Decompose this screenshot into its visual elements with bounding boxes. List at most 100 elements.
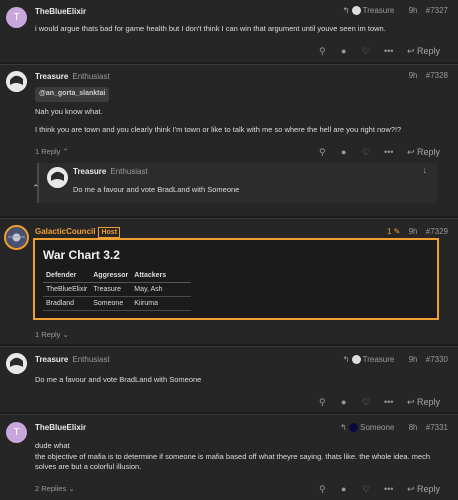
link-icon[interactable]: ⚲ xyxy=(319,145,326,159)
chevron-down-icon: ⌄ xyxy=(62,330,69,339)
post-body-line: Nah you know what. xyxy=(35,107,103,116)
reply-button[interactable]: ↩ Reply xyxy=(407,145,440,159)
heart-icon[interactable]: ♡ xyxy=(362,44,370,58)
post-meta: 9h #7328 xyxy=(409,71,448,80)
edit-count[interactable]: 1 xyxy=(387,227,391,236)
avatar[interactable]: T xyxy=(6,7,27,28)
more-icon[interactable]: ••• xyxy=(384,145,393,159)
post-actions: 1 Reply ⌄ xyxy=(0,328,458,342)
reply-button[interactable]: ↩ Reply xyxy=(407,44,440,58)
reply-to-avatar xyxy=(351,355,361,365)
reply-to-username[interactable]: Treasure xyxy=(363,355,395,364)
avatar[interactable] xyxy=(4,225,29,250)
user-icon[interactable]: ● xyxy=(341,145,346,159)
user-icon[interactable]: ● xyxy=(341,395,346,409)
post-actions: 1 Reply ⌃ ⚲ ● ♡ ••• ↩ Reply xyxy=(0,145,458,159)
reply-button[interactable]: ↩ Reply xyxy=(407,482,440,496)
post-username[interactable]: TheBlueElixir xyxy=(35,7,86,16)
post-time[interactable]: 9h xyxy=(409,6,418,15)
post-time[interactable]: 9h xyxy=(409,71,418,80)
pencil-icon[interactable]: ✎ xyxy=(394,227,401,236)
table-header: Attackers xyxy=(131,270,192,283)
post-body: Do me a favour and vote BradLand with So… xyxy=(35,375,202,384)
more-icon[interactable]: ••• xyxy=(384,482,393,496)
reply-icon: ↩ xyxy=(406,484,417,494)
replies-toggle[interactable]: 1 Reply ⌃ xyxy=(35,145,69,159)
post-time[interactable]: 9h xyxy=(409,227,418,236)
post-7328: Treasure Enthusiast 9h #7328 @an_gorta_sl… xyxy=(0,64,458,216)
post-7331: T TheBlueElixir ↰ Someone 8h #7331 dude … xyxy=(0,414,458,500)
avatar[interactable] xyxy=(6,71,27,92)
user-icon[interactable]: ● xyxy=(341,44,346,58)
avatar[interactable]: T xyxy=(6,422,27,443)
mention[interactable]: @an_gorta_slanktai xyxy=(35,87,110,102)
war-chart-table: Defender Aggressor Attackers TheBlueElix… xyxy=(43,270,192,311)
heart-icon[interactable]: ♡ xyxy=(362,395,370,409)
post-time[interactable]: 9h xyxy=(409,355,418,364)
post-7330: Treasure Enthusiast ↰ Treasure 9h #7330 D… xyxy=(0,346,458,412)
link-icon[interactable]: ⚲ xyxy=(319,395,326,409)
post-username[interactable]: Treasure Enthusiast xyxy=(35,355,110,364)
user-title: Enthusiast xyxy=(110,167,148,176)
post-meta: 1 ✎ 9h #7329 xyxy=(387,227,448,236)
post-number: #7329 xyxy=(425,227,448,236)
reply-arrow-icon: ↰ xyxy=(339,423,347,432)
post-username[interactable]: GalacticCouncil Host xyxy=(35,227,121,238)
post-body-line: the objective of mafia is to determine i… xyxy=(35,452,431,461)
user-title: Enthusiast xyxy=(72,72,110,81)
post-username[interactable]: TheBlueElixir xyxy=(35,423,86,432)
reply-to-avatar xyxy=(348,423,358,433)
more-icon[interactable]: ••• xyxy=(384,44,393,58)
user-icon[interactable]: ● xyxy=(341,482,346,496)
replies-toggle[interactable]: 1 Reply ⌄ xyxy=(35,328,69,342)
table-header: Defender xyxy=(43,270,91,283)
more-icon[interactable]: ••• xyxy=(384,395,393,409)
reply-button[interactable]: ↩ Reply xyxy=(407,395,440,409)
reply-icon: ↩ xyxy=(406,46,417,56)
table-cell: May, Ash xyxy=(131,282,192,297)
post-actions: ⚲ ● ♡ ••• ↩ Reply xyxy=(0,44,458,58)
table-row: Bradland Someone Kiiruma xyxy=(43,296,192,311)
chevron-down-icon: ⌄ xyxy=(68,484,75,493)
post-meta: ↰ Treasure 9h #7330 xyxy=(342,355,448,365)
reply-icon: ↩ xyxy=(406,397,417,407)
link-icon[interactable]: ⚲ xyxy=(319,482,326,496)
post-username[interactable]: Treasure Enthusiast xyxy=(35,72,110,81)
arrow-down-icon[interactable]: ↓ xyxy=(423,163,428,177)
avatar xyxy=(47,167,68,188)
war-chart-title: War Chart 3.2 xyxy=(43,248,120,262)
post-meta: ↰ Treasure 9h #7327 xyxy=(343,6,448,16)
war-chart-box: War Chart 3.2 Defender Aggressor Attacke… xyxy=(33,238,439,320)
embed-body: Do me a favour and vote BradLand with So… xyxy=(73,185,240,194)
avatar[interactable] xyxy=(6,353,27,374)
table-cell: Kiiruma xyxy=(131,296,192,311)
table-cell: Treasure xyxy=(90,282,132,297)
post-actions: 2 Replies ⌄ ⚲ ● ♡ ••• ↩ Reply xyxy=(0,482,458,496)
post-7329: GalacticCouncil Host 1 ✎ 9h #7329 War Cha… xyxy=(0,218,458,344)
table-header: Aggressor xyxy=(90,270,132,283)
post-7327: T TheBlueElixir ↰ Treasure 9h #7327 i wo… xyxy=(0,0,458,62)
post-time[interactable]: 8h xyxy=(409,423,418,432)
reply-to-username[interactable]: Treasure xyxy=(363,6,395,15)
embed-username[interactable]: Treasure Enthusiast xyxy=(73,167,148,176)
post-body: i would argue thats bad for game health … xyxy=(35,24,386,33)
table-cell: TheBlueElixir xyxy=(43,282,91,297)
post-number: #7330 xyxy=(425,355,448,364)
post-body-line: solves are but a colorful illusion. xyxy=(35,462,142,471)
post-body-line: dude what xyxy=(35,441,70,450)
heart-icon[interactable]: ♡ xyxy=(362,482,370,496)
reply-to-username[interactable]: Someone xyxy=(360,423,394,432)
embedded-reply[interactable]: Treasure Enthusiast ↓ Do me a favour and … xyxy=(37,163,437,203)
replies-toggle[interactable]: 2 Replies ⌄ xyxy=(35,482,75,496)
reply-to-avatar xyxy=(351,6,361,16)
chevron-up-icon: ⌃ xyxy=(62,147,69,156)
host-badge: Host xyxy=(98,227,121,238)
post-number: #7327 xyxy=(425,6,448,15)
reply-arrow-icon: ↰ xyxy=(342,355,350,364)
heart-icon[interactable]: ♡ xyxy=(362,145,370,159)
post-actions: ⚲ ● ♡ ••• ↩ Reply xyxy=(0,395,458,409)
chevron-up-icon[interactable]: ⌃ xyxy=(32,181,40,195)
link-icon[interactable]: ⚲ xyxy=(319,44,326,58)
post-body-line: I think you are town and you clearly thi… xyxy=(35,125,402,134)
table-row: TheBlueElixir Treasure May, Ash xyxy=(43,282,192,297)
